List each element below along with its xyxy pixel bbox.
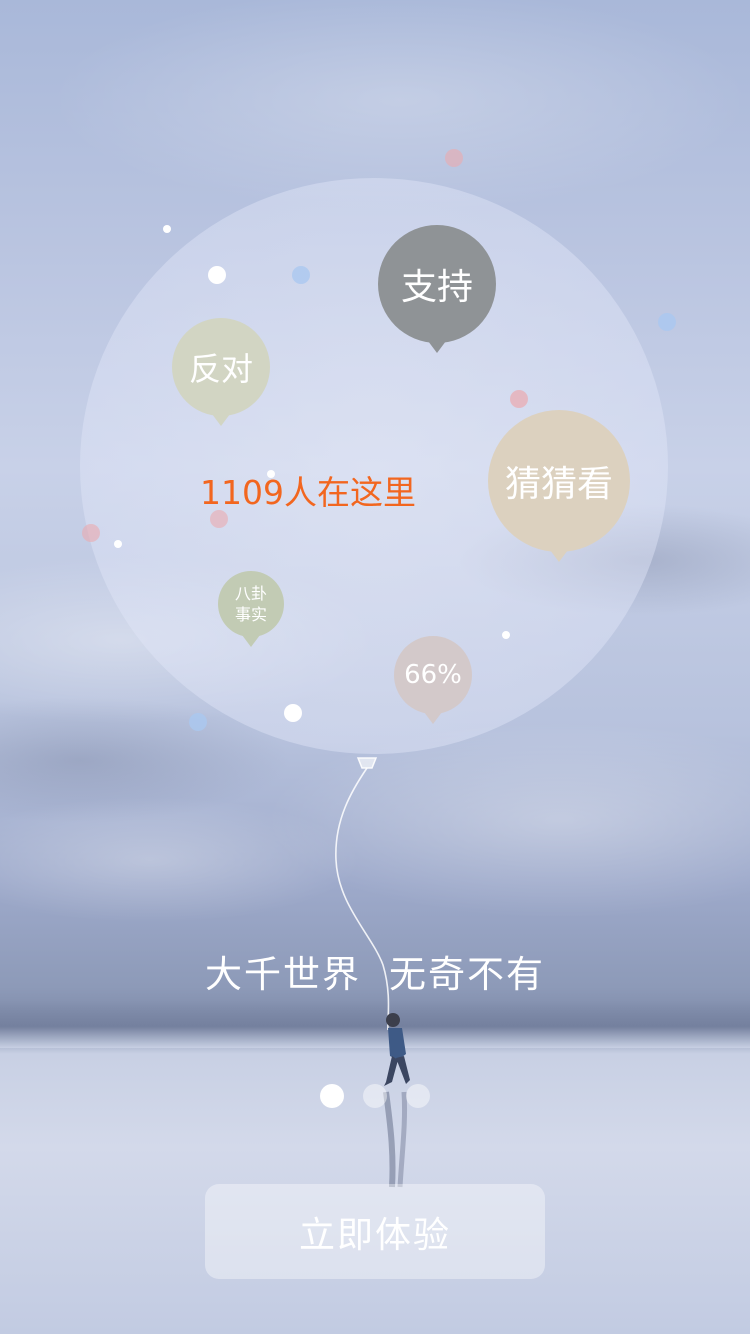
decor-dot (82, 524, 100, 542)
decor-dot (114, 540, 122, 548)
horizon-background (0, 1000, 750, 1048)
page-indicator (320, 1084, 430, 1110)
decor-dot (445, 149, 463, 167)
slogan-text: 大千世界 无奇不有 (0, 944, 750, 998)
page-dot-2[interactable] (363, 1084, 387, 1108)
slogan-part-1: 大千世界 (205, 953, 361, 996)
onboarding-screen: 支持 反对 猜猜看 八卦 事实 66% 1109人在这里 大千世界 无奇不有 立即 (0, 0, 750, 1334)
oppose-bubble: 反对 (172, 318, 270, 426)
fact-label: 事实 (234, 605, 267, 624)
try-now-button[interactable]: 立即体验 (205, 1184, 545, 1279)
gossip-fact-bubble: 八卦 事实 (218, 571, 284, 647)
page-dot-1[interactable] (320, 1084, 344, 1108)
page-dot-3[interactable] (406, 1084, 430, 1108)
decor-dot (292, 266, 310, 284)
decor-dot (284, 704, 302, 722)
support-bubble: 支持 (378, 225, 496, 353)
percent-label: 66% (404, 660, 462, 690)
decor-dot (510, 390, 528, 408)
decor-dot (658, 313, 676, 331)
guess-label: 猜猜看 (504, 464, 613, 505)
guess-bubble: 猜猜看 (488, 410, 630, 562)
gossip-label: 八卦 (234, 584, 267, 603)
oppose-label: 反对 (188, 350, 253, 388)
people-count-text: 1109人在这里 (200, 473, 416, 512)
decor-dot (189, 713, 207, 731)
support-label: 支持 (400, 267, 473, 308)
percent-bubble: 66% (394, 636, 472, 724)
slogan-part-2: 无奇不有 (389, 953, 545, 996)
decor-dot (208, 266, 226, 284)
decor-dot (163, 225, 171, 233)
decor-dot (502, 631, 510, 639)
